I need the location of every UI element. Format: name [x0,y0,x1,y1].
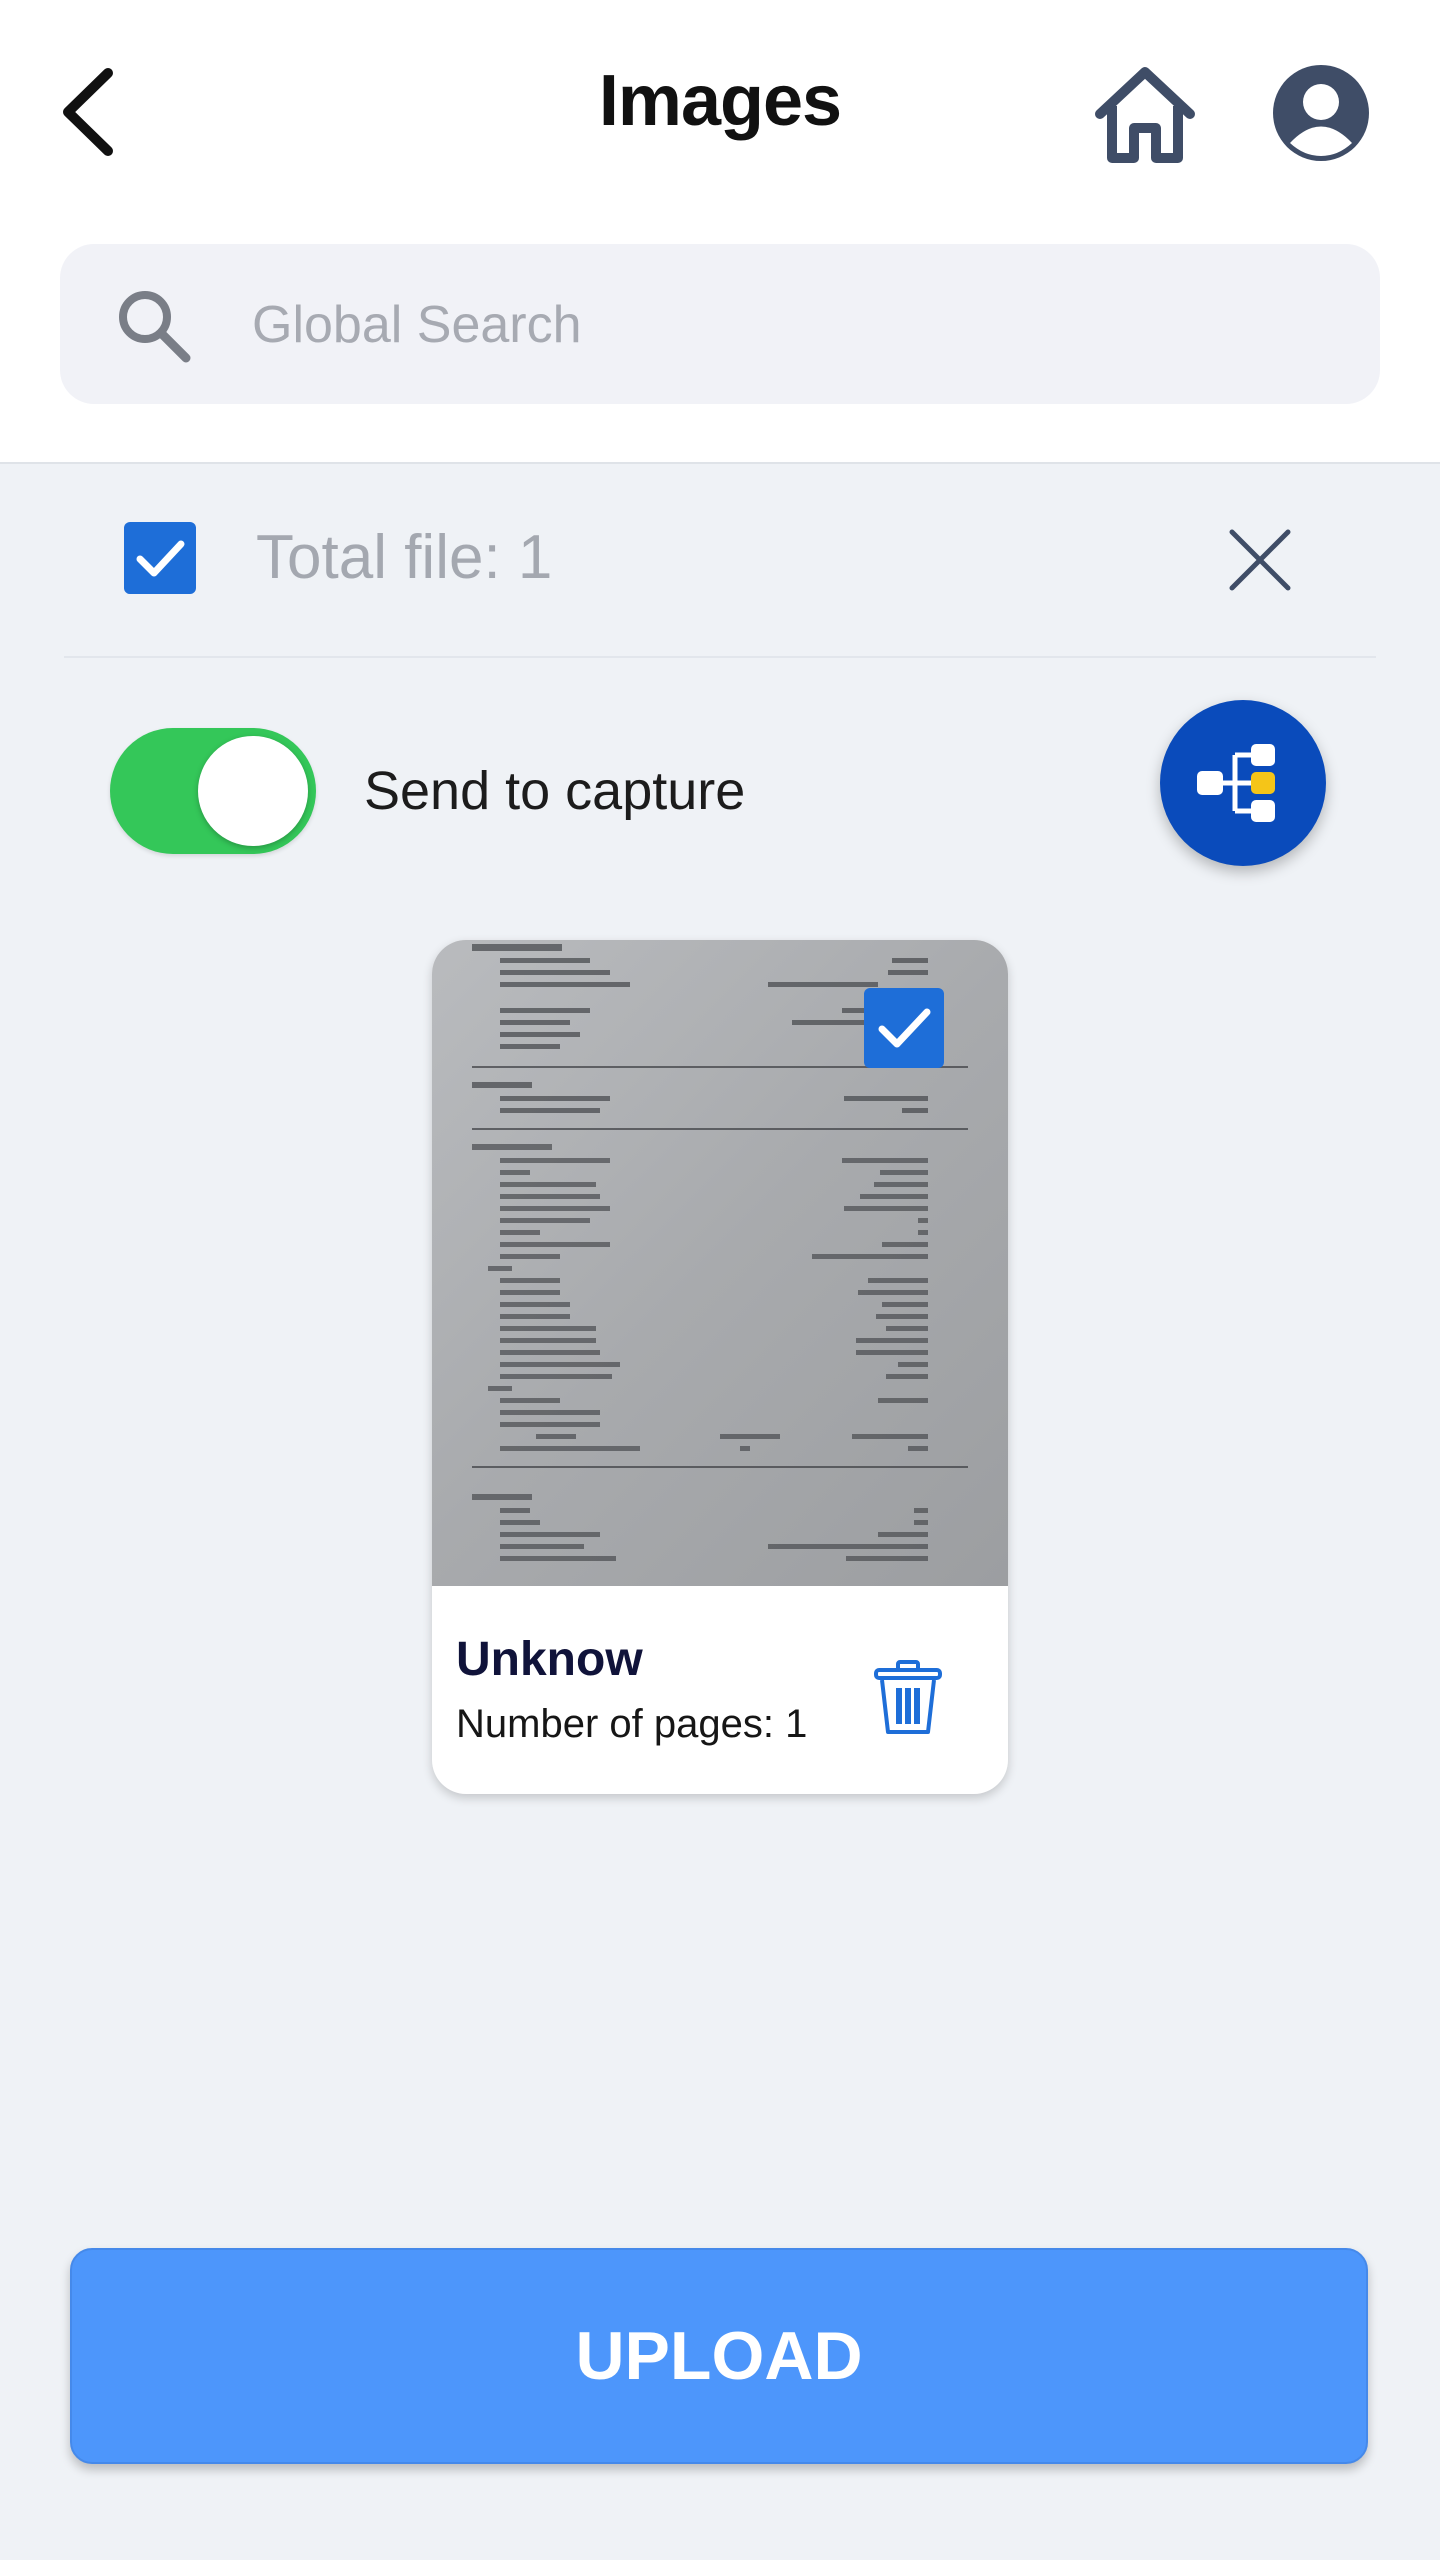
upload-button[interactable]: UPLOAD [70,2248,1368,2464]
profile-button[interactable] [1268,60,1374,166]
checkmark-icon [878,1008,931,1048]
checkmark-icon [136,540,185,577]
search-input[interactable] [250,284,1334,366]
header-bar: Images [0,0,1440,464]
divider [64,656,1376,658]
workflow-button[interactable] [1160,700,1326,866]
file-page-count: Number of pages: 1 [456,1702,808,1746]
select-all-checkbox[interactable] [124,522,196,594]
file-title: Unknow [456,1633,643,1686]
document-thumbnail[interactable] [432,940,1008,1586]
trash-icon [874,1660,942,1734]
send-to-capture-label: Send to capture [364,761,746,821]
home-button[interactable] [1090,62,1200,166]
global-search-bar[interactable] [60,244,1380,404]
search-icon [119,291,191,363]
page-title: Images [598,61,842,141]
delete-file-button[interactable] [868,1658,948,1738]
file-card: Unknow Number of pages: 1 [432,940,1008,1794]
clear-selection-button[interactable] [1220,520,1300,600]
selection-row: Total file: 1 [0,470,1440,656]
close-icon [1229,529,1291,591]
file-select-checkbox[interactable] [864,988,944,1068]
total-file-count: Total file: 1 [256,523,553,592]
workflow-icon [1197,744,1275,822]
toggle-knob [198,736,308,846]
send-to-capture-toggle[interactable] [110,728,316,854]
profile-icon [1273,65,1369,161]
home-icon [1095,67,1195,163]
